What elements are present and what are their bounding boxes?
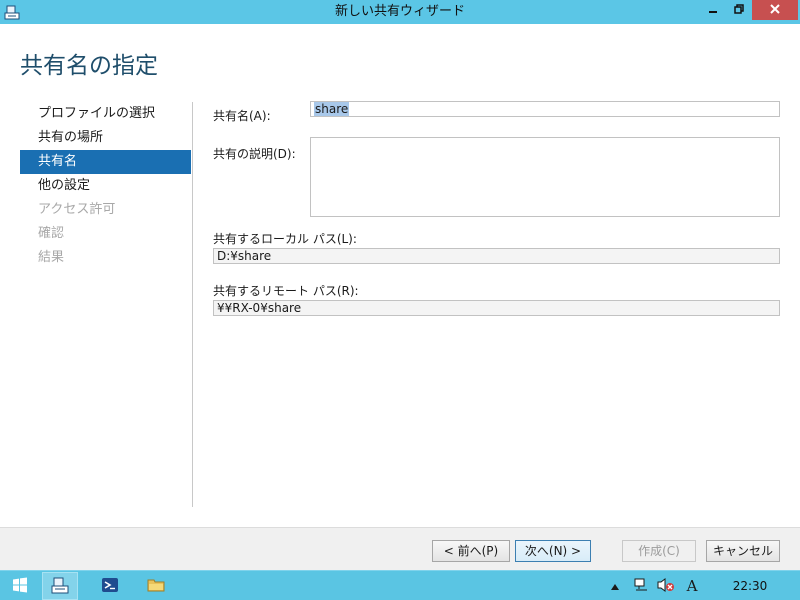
window-title: 新しい共有ウィザード [334, 4, 465, 19]
volume-tray-button[interactable] [656, 572, 676, 600]
close-icon [769, 3, 781, 18]
restore-icon [734, 3, 744, 17]
powershell-icon [101, 576, 119, 597]
folder-icon [147, 576, 165, 597]
page-title: 共有名の指定 [20, 53, 158, 79]
steps-divider [192, 102, 193, 507]
server-manager-icon [51, 576, 69, 597]
chevron-up-icon [611, 579, 619, 593]
wizard-steps: プロファイルの選択 共有の場所 共有名 他の設定 アクセス許可 確認 結果 [20, 102, 191, 270]
wizard-button-bar: < 前へ(P) 次へ(N) > 作成(C) キャンセル [0, 527, 800, 570]
restore-button[interactable] [726, 0, 752, 20]
share-description-input[interactable] [310, 137, 780, 217]
remote-path-field[interactable]: ¥¥RX-0¥share [213, 300, 780, 316]
step-other-settings[interactable]: 他の設定 [20, 174, 191, 198]
local-path-label: 共有するローカル パス(L): [213, 232, 357, 246]
step-share-location[interactable]: 共有の場所 [20, 126, 191, 150]
share-name-value: share [314, 102, 350, 116]
network-tray-button[interactable] [632, 572, 650, 600]
cancel-button[interactable]: キャンセル [706, 540, 780, 562]
taskbar-explorer-button[interactable] [138, 572, 174, 600]
show-hidden-icons-button[interactable] [608, 572, 622, 600]
step-permissions: アクセス許可 [38, 202, 116, 217]
start-button[interactable] [2, 572, 38, 600]
speaker-muted-icon [657, 577, 675, 596]
title-bar[interactable]: 新しい共有ウィザード [0, 0, 800, 24]
local-path-field[interactable]: D:¥share [213, 248, 780, 264]
taskbar: A 22:30 [0, 570, 800, 600]
wizard-client-area: 共有名の指定 プロファイルの選択 共有の場所 共有名 他の設定 アクセス許可 確… [0, 24, 800, 570]
share-description-label: 共有の説明(D): [213, 147, 296, 161]
taskbar-powershell-button[interactable] [92, 572, 128, 600]
taskbar-clock[interactable]: 22:30 [720, 571, 780, 600]
share-name-label: 共有名(A): [213, 109, 271, 123]
minimize-icon [708, 3, 718, 17]
create-button: 作成(C) [622, 540, 696, 562]
back-button[interactable]: < 前へ(P) [432, 540, 510, 562]
taskbar-server-manager-button[interactable] [42, 572, 78, 600]
minimize-button[interactable] [700, 0, 726, 20]
step-results: 結果 [38, 250, 65, 265]
share-name-input[interactable]: share [310, 101, 780, 117]
step-profile-select[interactable]: プロファイルの選択 [20, 102, 191, 126]
ime-mode-indicator[interactable]: A [684, 572, 700, 600]
network-icon [633, 577, 649, 596]
next-button[interactable]: 次へ(N) > [515, 540, 591, 562]
close-button[interactable] [752, 0, 798, 20]
step-confirmation: 確認 [38, 226, 65, 241]
remote-path-label: 共有するリモート パス(R): [213, 284, 359, 298]
windows-logo-icon [12, 577, 28, 596]
step-share-name[interactable]: 共有名 [20, 150, 191, 174]
